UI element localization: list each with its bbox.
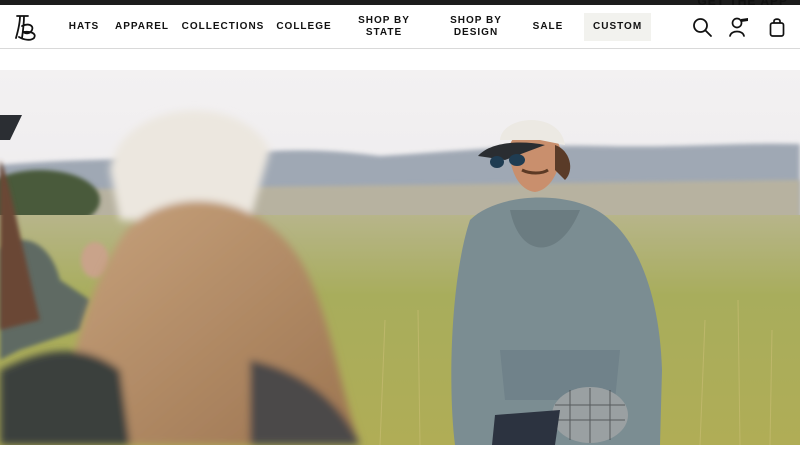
nav-item-label: HATS (68, 21, 100, 32)
nav-item-hats[interactable]: HATS (64, 5, 104, 49)
nav-item-custom[interactable]: CUSTOM (584, 13, 652, 41)
hero-photo (0, 70, 800, 445)
nav-item-label: SALE (532, 21, 564, 32)
hero-image (0, 70, 800, 445)
nav-item-label: SHOP BY STATE (358, 15, 410, 38)
nav-item-shop-by-state[interactable]: SHOP BY STATE (352, 5, 416, 49)
nav-item-label: APPAREL (114, 21, 170, 32)
nav-item-label: COLLECTIONS (181, 21, 265, 32)
nav-item-sale[interactable]: SALE (530, 5, 566, 49)
nav-item-shop-by-design[interactable]: SHOP BY DESIGN (444, 5, 508, 49)
nav-item-apparel[interactable]: APPAREL (114, 5, 170, 49)
account-icon[interactable] (728, 16, 750, 38)
shopping-bag-icon[interactable] (766, 16, 788, 38)
nav-item-label: COLLEGE (276, 21, 332, 32)
site-header: HATS APPAREL COLLECTIONS COLLEGE SHOP BY… (0, 5, 800, 49)
nav-item-label: SHOP BY DESIGN (450, 15, 502, 38)
main-nav: HATS APPAREL COLLECTIONS COLLEGE SHOP BY… (0, 5, 800, 49)
search-icon[interactable] (691, 16, 713, 38)
nav-item-label: CUSTOM (593, 21, 643, 32)
nav-item-collections[interactable]: COLLECTIONS (182, 5, 264, 49)
nav-item-college[interactable]: COLLEGE (276, 5, 332, 49)
